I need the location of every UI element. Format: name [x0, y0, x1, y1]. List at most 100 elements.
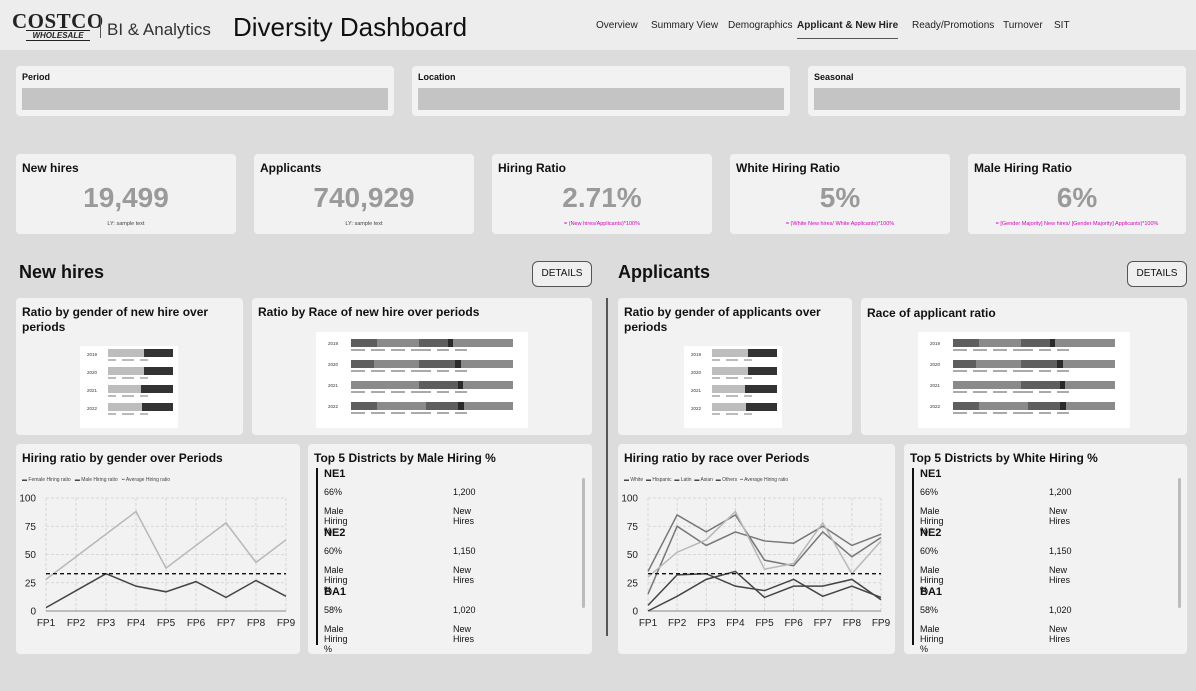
ap-top-districts-card: Top 5 Districts by White Hiring % NE1 66… — [904, 444, 1187, 654]
costco-logo[interactable]: COSTCO WHOLESALE — [12, 11, 104, 41]
tab-turnover[interactable]: Turnover — [1003, 20, 1043, 38]
mini-year: 2022 — [87, 406, 98, 411]
tab-sit[interactable]: SIT — [1054, 20, 1070, 38]
location-filter-card: Location — [412, 66, 790, 116]
card-title: Hiring ratio by race over Periods — [624, 451, 810, 465]
mini-bar — [351, 381, 513, 389]
logo-separator — [100, 16, 101, 38]
seasonal-filter-card: Seasonal — [808, 66, 1186, 116]
mini-bar — [351, 339, 513, 347]
period-select[interactable] — [22, 88, 388, 110]
district-item[interactable]: NE2 60% 1,150 Male Hiring % New Hires — [316, 527, 476, 595]
nh-gender-mini-chart[interactable]: 2019 2020 2021 2022 — [80, 346, 178, 428]
seasonal-select[interactable] — [814, 88, 1180, 110]
district-pct: 66% — [920, 487, 939, 497]
mini-bar — [108, 349, 173, 357]
x-tick-label: FP6 — [784, 618, 803, 629]
mini-legend — [712, 395, 777, 397]
section-divider — [606, 298, 608, 636]
legend-item-asian[interactable]: ▬ Asian — [694, 477, 713, 483]
district-item[interactable]: NE1 66% 1,200 Male Hiring % New Hires — [912, 468, 1072, 536]
x-tick-label: FP9 — [277, 618, 296, 629]
tab-applicant-new-hire[interactable]: Applicant & New Hire — [797, 20, 899, 39]
ap-districts-scrollbar[interactable] — [1178, 478, 1181, 608]
legend-item-others[interactable]: ▬ Others — [716, 477, 737, 483]
tab-overview[interactable]: Overview — [596, 20, 638, 38]
tab-ready-promotions[interactable]: Ready/Promotions — [912, 20, 994, 38]
mini-legend — [351, 370, 513, 372]
district-pct-label: Male Hiring % — [920, 624, 944, 654]
x-tick-label: FP8 — [843, 618, 862, 629]
mini-bar — [953, 381, 1115, 389]
bi-analytics-label: BI & Analytics — [107, 20, 211, 39]
ap-gender-mini-chart[interactable]: 2019 2020 2021 2022 — [684, 346, 782, 428]
ap-hiring-ratio-line-chart[interactable]: 0 25 50 75 100 FP1 FP2 FP3 FP4 FP5 FP6 FP7 FP8 FP9 — [618, 492, 895, 654]
period-filter-card: Period — [16, 66, 394, 116]
x-tick-label: FP1 — [639, 618, 658, 629]
kpi-formula: = (New hires/Applicants)*100% — [564, 221, 640, 227]
legend-item-white[interactable]: ▬ White — [624, 477, 643, 483]
new-hires-details-button[interactable]: DETAILS — [532, 261, 592, 287]
x-tick-label: FP3 — [697, 618, 716, 629]
legend-item-female[interactable]: ▬ Female Hiring ratio — [22, 477, 71, 483]
district-count-label: New Hires — [1049, 624, 1071, 644]
district-pct: 66% — [324, 487, 343, 497]
district-count: 1,020 — [1049, 605, 1072, 615]
location-label: Location — [418, 72, 456, 82]
mini-legend — [108, 359, 173, 361]
period-label: Period — [22, 72, 51, 82]
kpi-note: LY: sample text — [345, 221, 383, 227]
card-title: Hiring ratio by gender over Periods — [22, 451, 223, 465]
mini-year: 2020 — [87, 370, 98, 375]
ap-race-ratio-card: Race of applicant ratio 2019 2020 2021 2… — [861, 298, 1187, 435]
mini-bar — [351, 402, 513, 410]
legend-item-latin[interactable]: ▬ Latin — [674, 477, 691, 483]
kpi-note: LY: sample text — [107, 221, 145, 227]
mini-bar — [108, 367, 173, 375]
kpi-formula: = (White New hires/ White Applicants)*10… — [785, 221, 895, 227]
mini-bar — [712, 349, 777, 357]
legend-item-average[interactable]: ╍ Average Hiring ratio — [740, 477, 788, 483]
kpi-hiring-ratio: Hiring Ratio 2.71% = (New hires/Applican… — [492, 154, 712, 234]
y-tick-label: 0 — [30, 607, 36, 618]
kpi-male-hiring-ratio: Male Hiring Ratio 6% = [Gender Majority]… — [968, 154, 1186, 234]
kpi-white-hiring-ratio: White Hiring Ratio 5% = (White New hires… — [730, 154, 950, 234]
seasonal-label: Seasonal — [814, 72, 854, 82]
mini-bar — [351, 360, 513, 368]
x-tick-label: FP1 — [37, 618, 56, 629]
district-pct: 60% — [920, 546, 939, 556]
mini-legend — [108, 413, 173, 415]
applicants-details-button[interactable]: DETAILS — [1127, 261, 1187, 287]
district-item[interactable]: NE2 60% 1,150 Male Hiring % New Hires — [912, 527, 1072, 595]
district-item[interactable]: BA1 58% 1,020 Male Hiring % New Hires — [912, 586, 1072, 654]
legend-item-average[interactable]: ╍ Average Hiring ratio — [122, 477, 170, 483]
legend-item-hispanic[interactable]: ▬ Hispanic — [646, 477, 672, 483]
x-tick-label: FP7 — [217, 618, 236, 629]
mini-bar — [108, 403, 173, 411]
x-tick-label: FP3 — [97, 618, 116, 629]
mini-legend — [712, 413, 777, 415]
district-item[interactable]: BA1 58% 1,020 Male Hiring % New Hires — [316, 586, 476, 654]
mini-year: 2021 — [691, 388, 702, 393]
x-tick-label: FP9 — [872, 618, 891, 629]
district-item[interactable]: NE1 66% 1,200 Male Hiring % New Hires — [316, 468, 476, 536]
nh-districts-scrollbar[interactable] — [582, 478, 585, 608]
nh-race-mini-chart[interactable]: 2019 2020 2021 2022 — [316, 332, 528, 428]
location-select[interactable] — [418, 88, 784, 110]
tab-demographics[interactable]: Demographics — [728, 20, 792, 38]
legend-item-male[interactable]: ▬ Male Hiring ratio — [75, 477, 118, 483]
nh-hiring-ratio-line-chart[interactable]: 0 25 50 75 100 FP1 FP2 FP3 FP4 FP5 FP6 FP7 FP8 FP9 — [16, 492, 300, 654]
mini-year: 2022 — [328, 404, 339, 409]
x-tick-label: FP6 — [187, 618, 206, 629]
tab-summary-view[interactable]: Summary View — [651, 20, 718, 38]
district-pct-label: Male Hiring % — [324, 624, 348, 654]
nh-top-districts-card: Top 5 Districts by Male Hiring % NE1 66%… — [308, 444, 592, 654]
mini-bar — [712, 403, 777, 411]
district-count: 1,150 — [1049, 546, 1072, 556]
mini-legend — [351, 391, 513, 393]
x-tick-label: FP5 — [755, 618, 774, 629]
top-bar: COSTCO WHOLESALE BI & Analytics Diversit… — [0, 0, 1196, 50]
mini-bar — [712, 367, 777, 375]
ap-race-mini-chart[interactable]: 2019 2020 2021 2022 — [918, 332, 1130, 428]
x-tick-label: FP4 — [726, 618, 745, 629]
